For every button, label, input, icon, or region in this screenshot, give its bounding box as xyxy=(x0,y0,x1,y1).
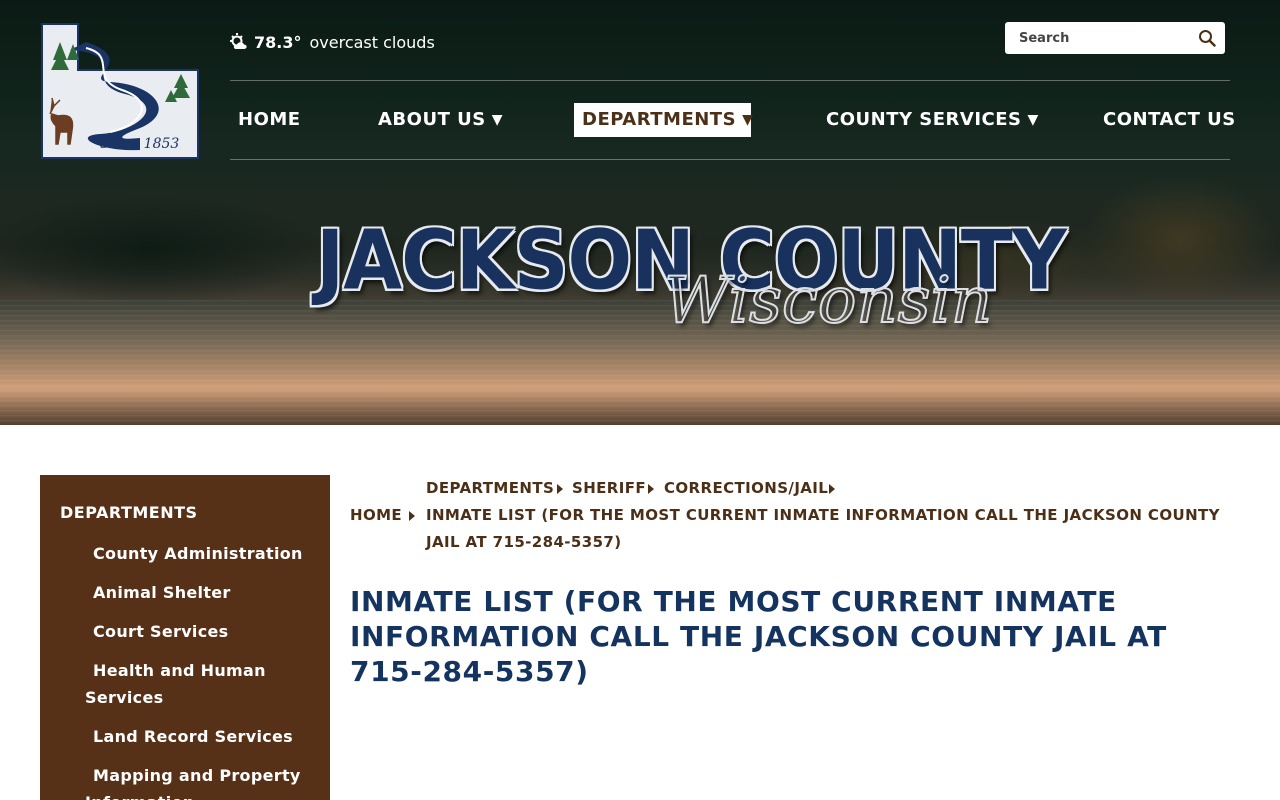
sidebar-title[interactable]: DEPARTMENTS xyxy=(60,503,198,522)
chevron-down-icon: ▼ xyxy=(1027,112,1039,128)
logo-caption: Since 1853 xyxy=(100,136,180,152)
nav-contact-us-label: CONTACT US xyxy=(1103,109,1236,130)
sidebar-item-health-human-services[interactable]: Health and Human Services xyxy=(85,657,285,711)
weather-widget: 78.3° overcast clouds xyxy=(229,31,435,53)
sidebar-item-county-administration[interactable]: County Administration xyxy=(85,540,315,567)
breadcrumb-current: INMATE LIST (FOR THE MOST CURRENT INMATE… xyxy=(426,506,1220,551)
county-wordmark: JACKSON COUNTY Wisconsin xyxy=(316,212,1067,342)
nav-about-us-label: ABOUT US xyxy=(378,109,486,130)
page-title: INMATE LIST (FOR THE MOST CURRENT INMATE… xyxy=(350,585,1167,688)
cloud-icon xyxy=(230,33,247,49)
nav-divider-top xyxy=(230,80,1230,81)
breadcrumb-sheriff[interactable]: SHERIFF xyxy=(572,475,646,502)
chevron-down-icon: ▼ xyxy=(491,112,503,128)
breadcrumb-chevron-icon xyxy=(409,511,415,521)
breadcrumb-departments[interactable]: DEPARTMENTS xyxy=(426,475,554,502)
breadcrumb-corrections-jail[interactable]: CORRECTIONS/JAIL xyxy=(664,475,828,502)
hero-banner: Since 1853 78.3° overcast clouds HOME AB… xyxy=(0,0,1280,425)
breadcrumb: HOME DEPARTMENTS SHERIFF CORRECTIONS/JAI… xyxy=(350,475,1230,555)
chevron-down-icon: ▼ xyxy=(742,112,754,128)
nav-home[interactable]: HOME xyxy=(230,103,309,137)
nav-departments-label: DEPARTMENTS xyxy=(582,109,737,130)
search-box xyxy=(1005,22,1225,54)
sidebar-item-land-record-services[interactable]: Land Record Services xyxy=(85,723,315,750)
sidebar-item-animal-shelter[interactable]: Animal Shelter xyxy=(85,579,315,606)
weather-condition: overcast clouds xyxy=(309,32,435,52)
nav-county-services-label: COUNTY SERVICES xyxy=(826,109,1022,130)
weather-temperature: 78.3° xyxy=(254,32,302,52)
nav-county-services[interactable]: COUNTY SERVICES ▼ xyxy=(818,103,1047,137)
nav-about-us[interactable]: ABOUT US ▼ xyxy=(370,103,511,137)
nav-home-label: HOME xyxy=(238,109,301,130)
sidebar-item-court-services[interactable]: Court Services xyxy=(85,618,315,645)
sidebar-item-mapping-property[interactable]: Mapping and Property Information xyxy=(85,762,305,800)
breadcrumb-chevron-icon xyxy=(829,484,835,494)
nav-divider-bottom xyxy=(230,159,1230,160)
nav-contact-us[interactable]: CONTACT US xyxy=(1095,103,1244,137)
search-input[interactable] xyxy=(1005,23,1185,53)
county-logo[interactable]: Since 1853 xyxy=(40,22,200,162)
main-nav: HOME ABOUT US ▼ DEPARTMENTS ▼ COUNTY SERVI… xyxy=(230,103,1235,137)
search-icon[interactable] xyxy=(1198,29,1216,47)
breadcrumb-home[interactable]: HOME xyxy=(350,502,402,529)
breadcrumb-chevron-icon xyxy=(557,484,563,494)
nav-departments[interactable]: DEPARTMENTS ▼ xyxy=(574,103,754,137)
wordmark-script: Wisconsin xyxy=(663,263,993,339)
sidebar: DEPARTMENTS County Administration Animal… xyxy=(40,475,330,800)
breadcrumb-chevron-icon xyxy=(648,484,654,494)
